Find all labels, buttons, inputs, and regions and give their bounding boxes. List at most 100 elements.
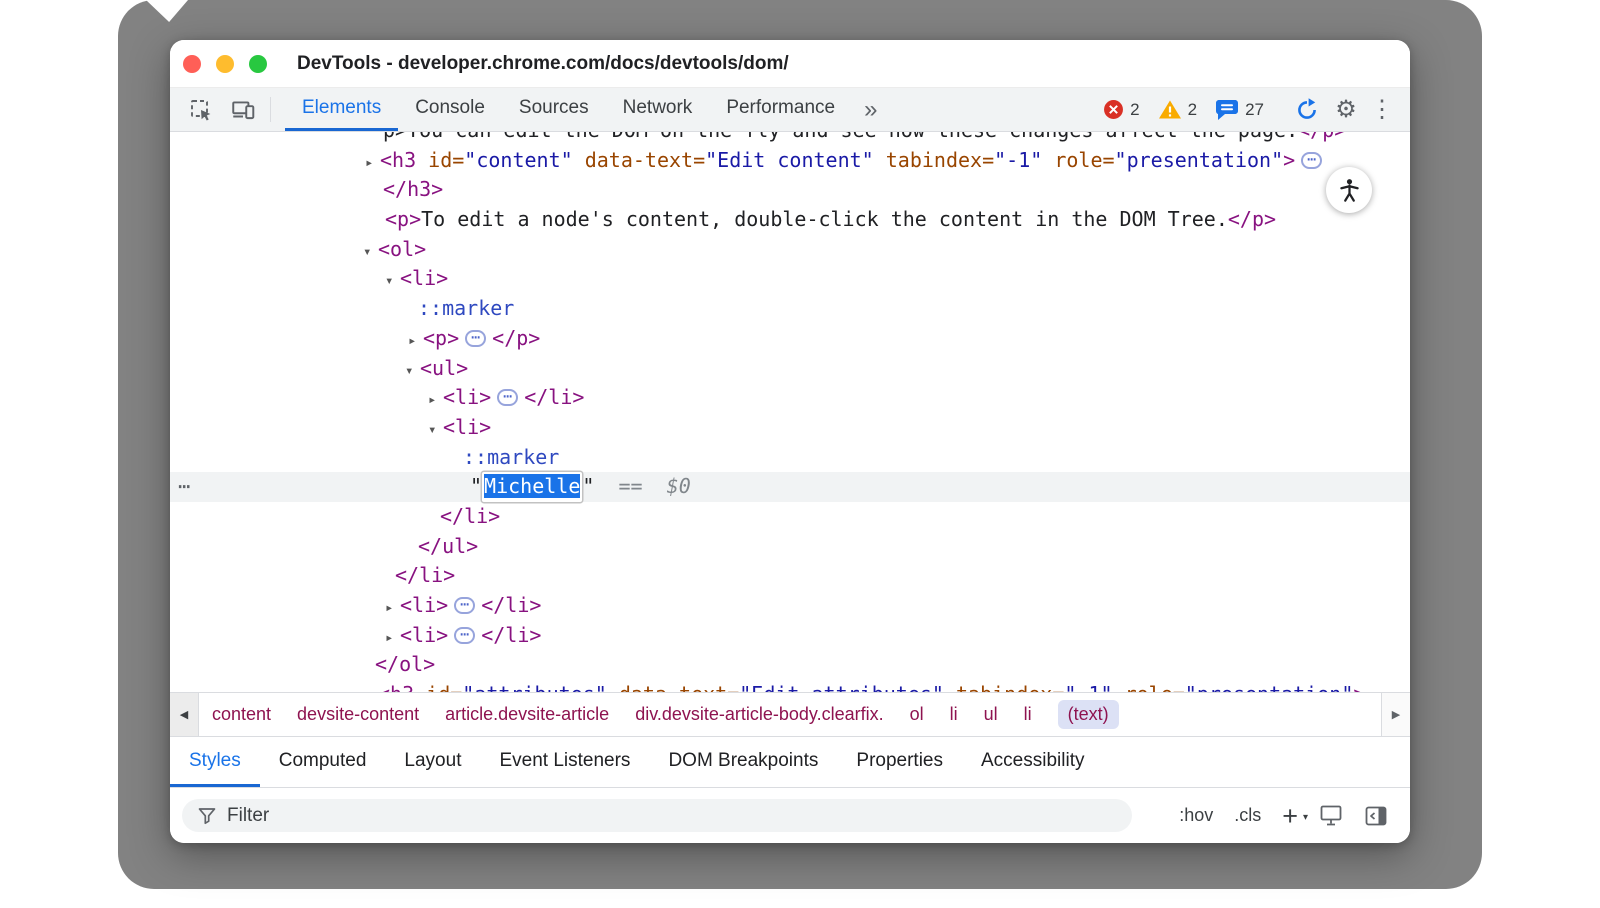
dom-tree-line[interactable]: </ol> — [170, 650, 1410, 680]
expand-ellipsis-button[interactable]: ⋯ — [497, 389, 518, 406]
code-token: tabindex= — [944, 682, 1064, 692]
close-window-button[interactable] — [183, 55, 201, 73]
code-token: </li> — [395, 563, 455, 587]
chevron-right-icon[interactable]: ▸ — [363, 683, 378, 692]
dom-tree-line[interactable]: ▾<ol> — [170, 235, 1410, 265]
chevron-left-icon: ◀ — [180, 709, 188, 721]
element-classes-button[interactable]: .cls — [1234, 805, 1261, 826]
issues-badge[interactable]: 27 — [1215, 99, 1264, 121]
panel-tab-styles[interactable]: Styles — [170, 737, 260, 787]
dom-tree-line[interactable]: ▸<li>⋯</li> — [170, 383, 1410, 413]
code-token: </ul> — [418, 534, 478, 558]
more-panels-button[interactable]: » — [852, 88, 889, 131]
toggle-device-toolbar-button[interactable] — [222, 88, 264, 131]
breadcrumb-scroll-left-button[interactable]: ◀ — [170, 693, 199, 736]
dom-tree-line[interactable]: </li> — [170, 561, 1410, 591]
code-token: tabindex= — [874, 148, 994, 172]
dom-tree-line[interactable]: ▸<li>⋯</li> — [170, 621, 1410, 651]
panel-tab-accessibility[interactable]: Accessibility — [962, 737, 1103, 787]
breadcrumb-item[interactable]: li — [950, 704, 958, 725]
chevron-right-icon[interactable]: ▸ — [408, 327, 423, 357]
dom-tree-line[interactable]: ▾<li> — [170, 413, 1410, 443]
dom-tree-line[interactable]: ▸<h3 id="attributes" data-text="Edit att… — [170, 680, 1410, 692]
dom-tree-line[interactable]: ▸<h3 id="content" data-text="Edit conten… — [170, 146, 1410, 176]
console-warnings-badge[interactable]: 2 — [1158, 99, 1197, 120]
dom-tree-line[interactable]: ⋯"Michelle" == $0 — [170, 472, 1410, 502]
console-errors-badge[interactable]: 2 — [1103, 99, 1139, 120]
code-token: id= — [416, 148, 464, 172]
minimize-window-button[interactable] — [216, 55, 234, 73]
sync-button[interactable] — [1286, 97, 1328, 123]
dom-tree-line[interactable]: </ul> — [170, 532, 1410, 562]
chevron-down-icon[interactable]: ▾ — [405, 357, 420, 387]
panel-tab-computed[interactable]: Computed — [260, 737, 386, 787]
breadcrumb-item[interactable]: article.devsite-article — [445, 704, 609, 725]
expand-ellipsis-button[interactable]: ⋯ — [465, 330, 486, 347]
code-token: data-text= — [607, 682, 739, 692]
breadcrumb-item[interactable]: content — [212, 704, 271, 725]
dom-tree-line[interactable]: ▸<li>⋯</li> — [170, 591, 1410, 621]
code-token: "-1" — [1064, 682, 1112, 692]
expand-ellipsis-button[interactable]: ⋯ — [1301, 152, 1322, 169]
panel-tab-dom-breakpoints[interactable]: DOM Breakpoints — [649, 737, 837, 787]
kebab-icon: ⋮ — [1370, 95, 1394, 124]
panel-tab-layout[interactable]: Layout — [385, 737, 480, 787]
breadcrumb-item[interactable]: (text) — [1058, 700, 1119, 729]
zoom-window-button[interactable] — [249, 55, 267, 73]
breadcrumb-item[interactable]: devsite-content — [297, 704, 419, 725]
tab-sources[interactable]: Sources — [502, 88, 606, 131]
toggle-element-state-button[interactable]: :hov — [1179, 805, 1213, 826]
kebab-menu-button[interactable]: ⋮ — [1364, 88, 1400, 131]
breadcrumb-item[interactable]: ol — [910, 704, 924, 725]
dom-tree-line[interactable]: ▸<p>⋯</p> — [170, 324, 1410, 354]
tab-performance[interactable]: Performance — [709, 88, 852, 131]
issues-icon — [1215, 99, 1239, 121]
code-token: <li> — [400, 266, 448, 290]
styles-toolbar-controls: :hov .cls +▾ — [1179, 804, 1388, 827]
expand-ellipsis-button[interactable]: ⋯ — [454, 597, 475, 614]
styles-filter-bar: :hov .cls +▾ — [170, 788, 1410, 843]
chevron-right-icon[interactable]: ▸ — [365, 149, 380, 179]
dom-tree-line[interactable]: ▾<li> — [170, 264, 1410, 294]
dom-tree-line[interactable]: <p>To edit a node's content, double-clic… — [170, 205, 1410, 235]
chevron-right-icon[interactable]: ▸ — [385, 594, 400, 624]
tab-console[interactable]: Console — [398, 88, 502, 131]
code-token: $0 — [667, 474, 691, 498]
code-token: </li> — [440, 504, 500, 528]
code-token: " — [470, 474, 482, 498]
titlebar: DevTools - developer.chrome.com/docs/dev… — [170, 40, 1410, 88]
breadcrumb-item[interactable]: li — [1024, 704, 1032, 725]
accessibility-fab-button[interactable] — [1326, 167, 1372, 213]
chevron-down-icon[interactable]: ▾ — [385, 267, 400, 297]
dom-tree-line[interactable]: </h3> — [170, 175, 1410, 205]
chevron-right-icon[interactable]: ▸ — [428, 386, 443, 416]
expand-ellipsis-button[interactable]: ⋯ — [454, 627, 475, 644]
inline-edit-box[interactable]: Michelle — [482, 472, 582, 502]
settings-gear-button[interactable]: ⚙ — [1328, 88, 1364, 131]
breadcrumb-item[interactable]: div.devsite-article-body.clearfix. — [635, 704, 883, 725]
panel-tab-properties[interactable]: Properties — [837, 737, 962, 787]
chevron-right-icon[interactable]: ▸ — [385, 624, 400, 654]
panel-tab-event-listeners[interactable]: Event Listeners — [480, 737, 649, 787]
inspect-element-button[interactable] — [180, 88, 222, 131]
dom-tree-line[interactable]: ▾<ul> — [170, 354, 1410, 384]
window-title: DevTools - developer.chrome.com/docs/dev… — [297, 53, 789, 75]
toggle-sidebar-button[interactable] — [1364, 805, 1388, 827]
chevron-down-icon[interactable]: ▾ — [363, 238, 378, 268]
dom-tree-line[interactable]: ::marker — [170, 294, 1410, 324]
code-token: id= — [414, 682, 462, 692]
dom-tree-line[interactable]: p>You can edit the DOM on the fly and se… — [170, 132, 1410, 146]
breadcrumb-item[interactable]: ul — [984, 704, 998, 725]
rendering-emulation-button[interactable] — [1319, 804, 1343, 827]
code-token: </li> — [524, 385, 584, 409]
dom-tree-line[interactable]: ::marker — [170, 443, 1410, 473]
filter-input[interactable] — [227, 805, 1132, 827]
tab-elements[interactable]: Elements — [285, 88, 398, 131]
tab-network[interactable]: Network — [606, 88, 710, 131]
new-style-rule-button[interactable]: +▾ — [1282, 806, 1298, 826]
row-actions-icon[interactable]: ⋯ — [178, 472, 190, 502]
chevron-down-icon[interactable]: ▾ — [428, 416, 443, 446]
dom-tree-line[interactable]: </li> — [170, 502, 1410, 532]
devtools-toolbar: ElementsConsoleSourcesNetworkPerformance… — [170, 88, 1410, 132]
breadcrumb-scroll-right-button[interactable]: ▶ — [1381, 693, 1410, 736]
